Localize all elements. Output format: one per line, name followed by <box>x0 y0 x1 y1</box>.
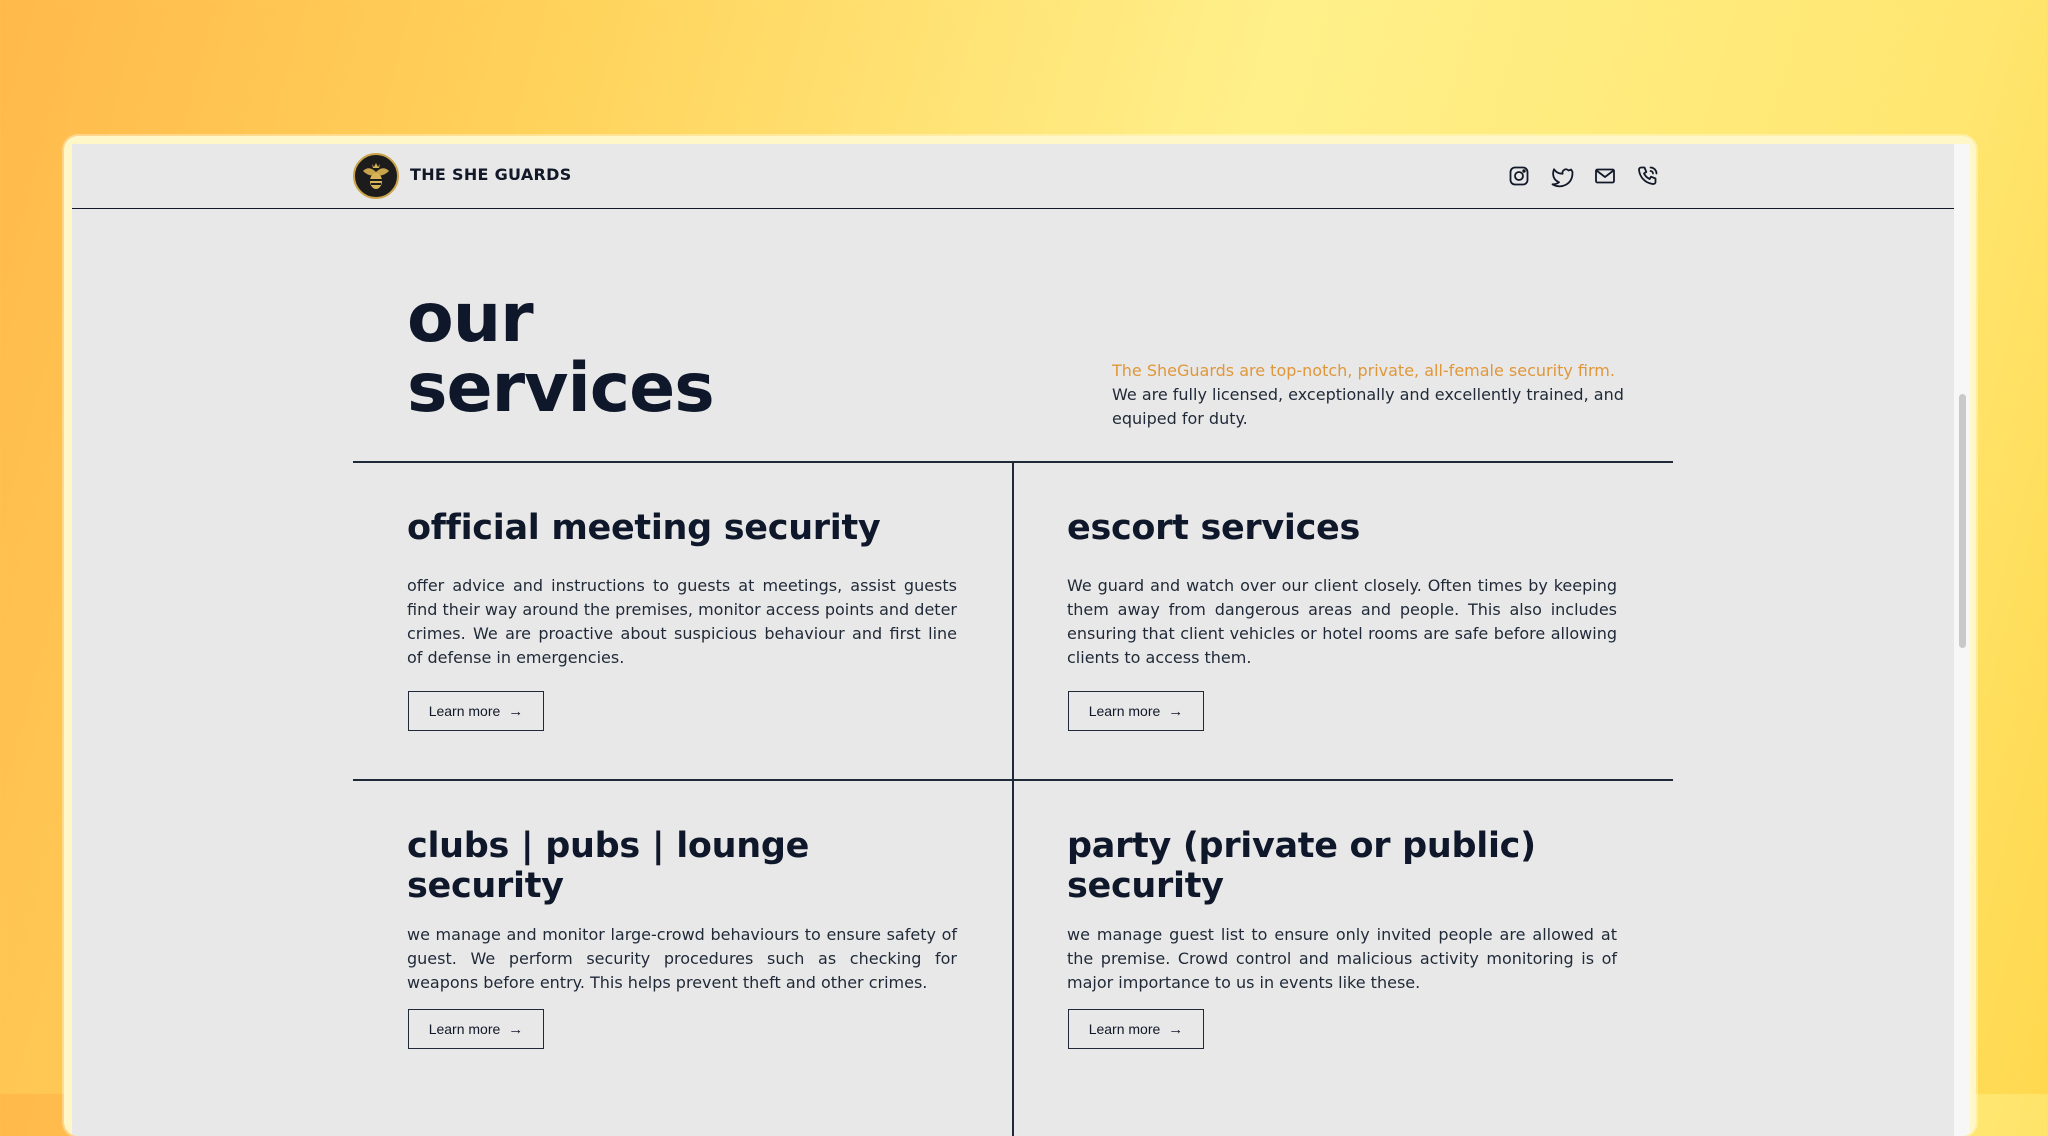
mail-icon[interactable] <box>1593 164 1617 188</box>
hero-description: The SheGuards are top-notch, private, al… <box>1112 359 1632 431</box>
page: THE SHE GUARDS our services The SheGuard… <box>72 144 1954 1136</box>
learn-more-label: Learn more <box>428 1021 501 1037</box>
learn-more-label: Learn more <box>1088 1021 1161 1037</box>
service-description: We guard and watch over our client close… <box>1067 576 1617 667</box>
arrow-right-icon: → <box>1168 1020 1184 1038</box>
service-title: clubs | pubs | lounge security <box>407 826 810 906</box>
scrollbar[interactable] <box>1954 144 1970 1136</box>
instagram-icon[interactable] <box>1507 164 1531 188</box>
hero-description-rest: We are fully licensed, exceptionally and… <box>1112 385 1624 428</box>
arrow-right-icon: → <box>508 1020 524 1038</box>
brand-logo[interactable] <box>353 153 399 199</box>
page-title: our services <box>407 279 715 428</box>
service-title: party (private or public) security <box>1067 826 1536 906</box>
service-description: offer advice and instructions to guests … <box>407 576 957 667</box>
service-description: we manage guest list to ensure only invi… <box>1067 925 1617 992</box>
twitter-icon[interactable] <box>1550 164 1574 188</box>
brand-name[interactable]: THE SHE GUARDS <box>410 165 572 184</box>
learn-more-button[interactable]: Learn more → <box>408 691 544 731</box>
service-title: escort services <box>1067 508 1361 548</box>
learn-more-label: Learn more <box>428 703 501 719</box>
arrow-right-icon: → <box>508 702 524 720</box>
learn-more-button[interactable]: Learn more → <box>1068 691 1204 731</box>
service-title: official meeting security <box>407 508 881 548</box>
scrollbar-thumb[interactable] <box>1959 394 1966 648</box>
bee-emblem-icon <box>357 157 395 195</box>
phone-icon[interactable] <box>1636 164 1660 188</box>
learn-more-label: Learn more <box>1088 703 1161 719</box>
arrow-right-icon: → <box>1168 702 1184 720</box>
learn-more-button[interactable]: Learn more → <box>408 1009 544 1049</box>
page-title-line-2: services <box>407 349 715 428</box>
grid-divider-vertical <box>1012 461 1014 1136</box>
navbar: THE SHE GUARDS <box>72 144 1954 209</box>
hero-description-highlight: The SheGuards are top-notch, private, al… <box>1112 361 1615 380</box>
service-description: we manage and monitor large-crowd behavi… <box>407 925 957 992</box>
learn-more-button[interactable]: Learn more → <box>1068 1009 1204 1049</box>
browser-window: THE SHE GUARDS our services The SheGuard… <box>64 136 1976 1136</box>
page-title-line-1: our <box>407 279 534 358</box>
